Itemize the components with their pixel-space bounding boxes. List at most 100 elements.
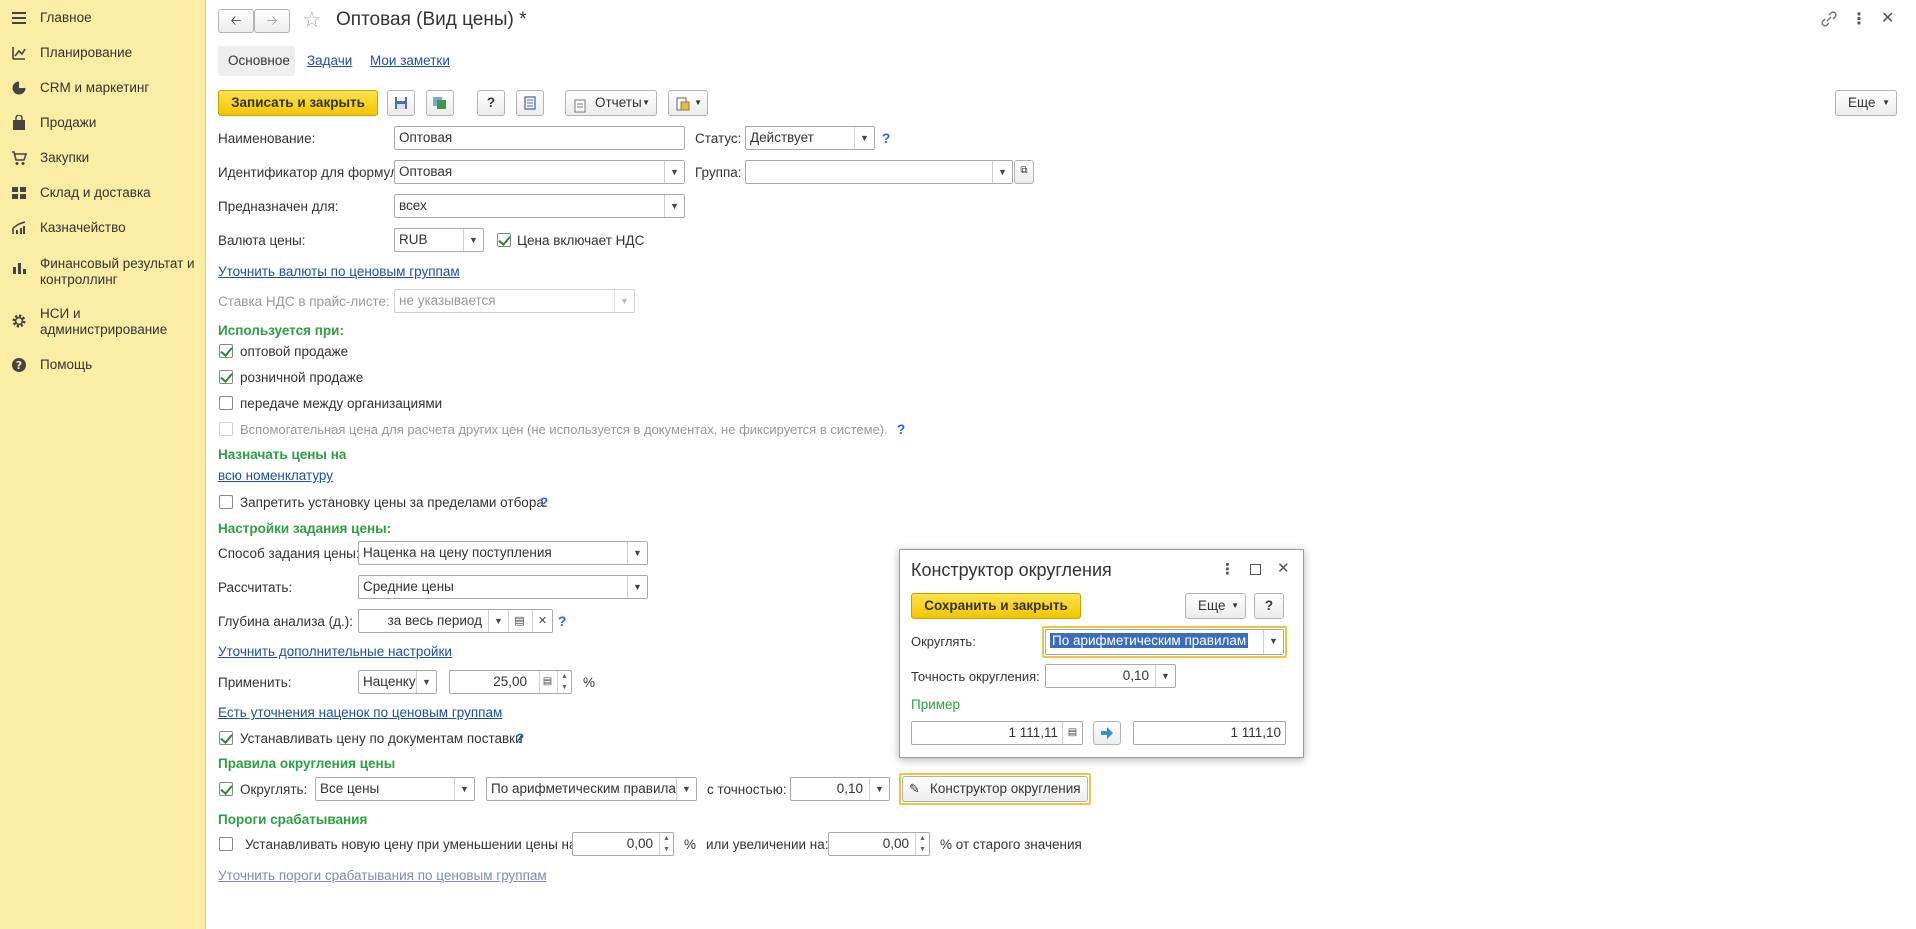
chevron-down-icon[interactable]: ▼: [664, 161, 684, 183]
chevron-down-icon[interactable]: ▼: [1155, 665, 1175, 687]
round-checkbox[interactable]: [219, 782, 233, 796]
retail-label: розничной продаже: [240, 370, 364, 385]
tab-main-label: Основное: [228, 53, 290, 68]
dialog-round-label: Округлять:: [911, 634, 976, 649]
chevron-down-icon[interactable]: ▼: [416, 671, 436, 693]
calc-select[interactable]: Средние цены ▼: [358, 575, 648, 599]
round-constructor-button[interactable]: ✎ Конструктор округления: [902, 776, 1088, 802]
extra-settings-link[interactable]: Уточнить дополнительные настройки: [218, 644, 452, 659]
forbid-checkbox[interactable]: [219, 495, 233, 509]
depth-input[interactable]: за весь период ▼ ▤ ✕: [358, 609, 553, 633]
apply-amount-input[interactable]: 25,00 ▤ ▲ ▼: [449, 670, 572, 694]
calculator-icon[interactable]: ▤: [539, 671, 555, 693]
markup-groups-link[interactable]: Есть уточнения наценок по ценовым группа…: [218, 705, 502, 720]
dialog-more-button[interactable]: Еще ▼: [1185, 593, 1246, 619]
example-result[interactable]: 1 111,10: [1133, 721, 1286, 745]
calculate-button[interactable]: [1093, 721, 1121, 745]
intercompany-checkbox[interactable]: [219, 396, 233, 410]
tab-tasks[interactable]: Задачи: [307, 53, 352, 68]
chevron-down-icon[interactable]: ▼: [992, 161, 1012, 183]
increase-input[interactable]: 0,00 ▲ ▼: [828, 832, 930, 856]
set-by-docs-help-icon[interactable]: ?: [516, 731, 524, 746]
retail-checkbox[interactable]: [219, 370, 233, 384]
group-input[interactable]: ▼: [745, 160, 1013, 184]
clear-icon[interactable]: ✕: [532, 610, 552, 632]
dialog-help-button[interactable]: ?: [1254, 593, 1284, 619]
forward-button[interactable]: 🡢: [254, 9, 290, 33]
round-constructor-label: Конструктор округления: [930, 781, 1081, 796]
print-button[interactable]: ▼: [668, 90, 708, 116]
set-by-docs-checkbox[interactable]: [219, 731, 233, 745]
increase-value: 0,00: [882, 836, 909, 851]
round-rule-select[interactable]: По арифметическим правилам ▼: [486, 777, 697, 801]
status-select[interactable]: Действует ▼: [745, 126, 875, 150]
wholesale-label: оптовой продаже: [240, 344, 349, 359]
status-label: Статус:: [695, 131, 742, 146]
auxiliary-label: Вспомогательная цена для расчета других …: [240, 422, 888, 437]
method-select[interactable]: Наценка на цену поступления ▼: [358, 541, 648, 565]
tab-notes[interactable]: Мои заметки: [370, 53, 450, 68]
stepper-icon[interactable]: ▲ ▼: [659, 833, 673, 855]
dialog-round-select[interactable]: По арифметическим правилам ▼: [1045, 629, 1284, 655]
close-icon[interactable]: ✕: [1277, 559, 1290, 577]
threshold-checkbox[interactable]: [219, 837, 233, 851]
reports-button[interactable]: Отчеты ▼: [565, 90, 657, 116]
chevron-down-icon[interactable]: ▼: [627, 542, 647, 564]
open-group-button[interactable]: ⧉: [1014, 160, 1034, 184]
decrease-input[interactable]: 0,00 ▲ ▼: [572, 832, 674, 856]
all-items-link[interactable]: всю номенклатуру: [218, 468, 333, 483]
threshold-groups-link[interactable]: Уточнить пороги срабатывания по ценовым …: [218, 868, 547, 883]
more-button[interactable]: Еще ▼: [1835, 90, 1897, 116]
back-button[interactable]: 🡠: [218, 9, 254, 33]
auxiliary-help-icon[interactable]: ?: [897, 422, 905, 437]
stepper-icon[interactable]: ▲ ▼: [915, 833, 929, 855]
chevron-down-icon[interactable]: ▼: [614, 290, 634, 312]
tab-main[interactable]: Основное: [218, 46, 295, 76]
close-icon[interactable]: ✕: [1881, 8, 1894, 28]
currency-groups-link[interactable]: Уточнить валюты по ценовым группам: [218, 264, 460, 279]
currency-select[interactable]: RUB ▼: [394, 228, 484, 252]
status-help-icon[interactable]: ?: [882, 131, 890, 146]
depth-help-icon[interactable]: ?: [558, 614, 566, 629]
post-button[interactable]: [426, 90, 454, 116]
save-close-button[interactable]: Записать и закрыть: [218, 90, 378, 116]
chevron-down-icon[interactable]: ▼: [627, 576, 647, 598]
wholesale-checkbox[interactable]: [219, 344, 233, 358]
stepper-icon[interactable]: ▲ ▼: [557, 671, 571, 693]
chevron-down-icon[interactable]: ▼: [869, 778, 889, 800]
dialog-precision-label: Точность округления:: [911, 669, 1040, 684]
chevron-down-icon[interactable]: ▼: [488, 610, 508, 632]
sidebar-item-label: НСИ и администрирование: [40, 306, 168, 337]
more-vertical-icon[interactable]: ⋮: [1220, 560, 1235, 578]
cart-icon: [11, 150, 28, 166]
intended-select[interactable]: всех ▼: [394, 194, 685, 218]
apply-select[interactable]: Наценку ▼: [358, 670, 437, 694]
help-button[interactable]: ?: [477, 90, 505, 116]
chevron-down-icon[interactable]: ▼: [854, 127, 874, 149]
example-input[interactable]: 1 111,11 ▤: [911, 721, 1083, 745]
calculator-icon[interactable]: ▤: [1062, 722, 1082, 744]
link-icon[interactable]: [1820, 10, 1838, 28]
vat-included-checkbox[interactable]: [497, 233, 511, 247]
chevron-down-icon[interactable]: ▼: [664, 195, 684, 217]
formula-id-input[interactable]: Оптовая ▼: [394, 160, 685, 184]
calculator-button[interactable]: [516, 90, 544, 116]
precision-select[interactable]: 0,10 ▼: [790, 777, 890, 801]
more-vertical-icon[interactable]: ⋮: [1851, 9, 1867, 29]
chevron-down-icon[interactable]: ▼: [463, 229, 483, 251]
auxiliary-checkbox[interactable]: [219, 422, 233, 436]
vat-rate-select[interactable]: не указывается ▼: [394, 289, 635, 313]
threshold-label: Устанавливать новую цену при уменьшении …: [245, 837, 581, 852]
dialog-precision-select[interactable]: 0,10 ▼: [1045, 664, 1176, 688]
calendar-icon[interactable]: ▤: [508, 610, 530, 632]
save-button[interactable]: [387, 90, 415, 116]
forbid-help-icon[interactable]: ?: [540, 495, 548, 510]
chevron-down-icon[interactable]: ▼: [1263, 630, 1283, 654]
maximize-icon[interactable]: [1250, 564, 1261, 575]
chevron-down-icon[interactable]: ▼: [454, 778, 474, 800]
chevron-down-icon[interactable]: ▼: [676, 778, 696, 800]
star-icon[interactable]: ☆: [302, 7, 322, 33]
name-input[interactable]: Оптовая: [394, 126, 685, 150]
round-scope-select[interactable]: Все цены ▼: [315, 777, 475, 801]
dialog-save-close-button[interactable]: Сохранить и закрыть: [911, 593, 1081, 619]
